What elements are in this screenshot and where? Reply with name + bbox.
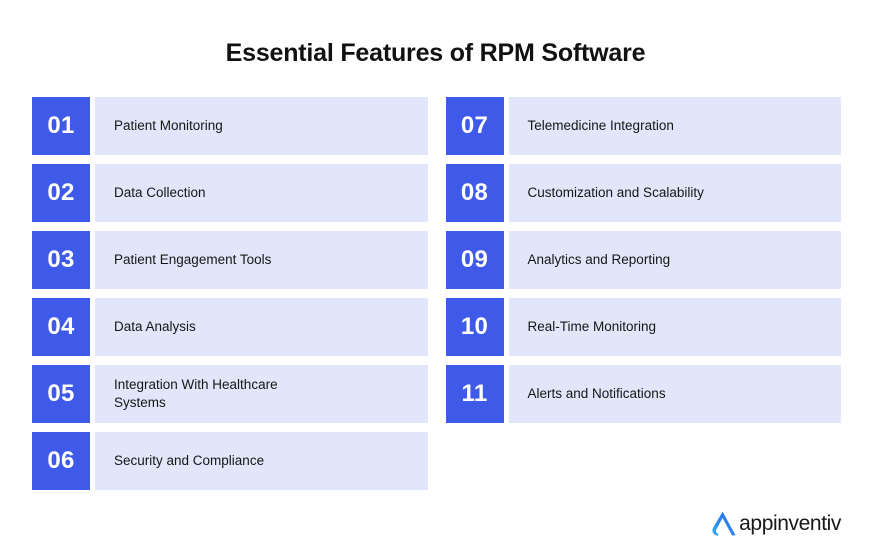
feature-panel: Data Analysis [95, 298, 428, 356]
feature-number-badge: 02 [32, 164, 90, 222]
feature-panel: Patient Engagement Tools [95, 231, 428, 289]
feature-item-09: 09 Analytics and Reporting [445, 231, 841, 289]
feature-label: Data Analysis [114, 318, 196, 334]
feature-label: Integration With Healthcare Systems [114, 376, 278, 410]
feature-item-06: 06 Security and Compliance [32, 432, 428, 490]
feature-panel: Alerts and Notifications [508, 365, 841, 423]
feature-item-01: 01 Patient Monitoring [32, 97, 428, 155]
feature-number-badge: 09 [445, 231, 504, 289]
feature-number-badge: 05 [32, 365, 90, 423]
feature-panel: Analytics and Reporting [508, 231, 841, 289]
appinventiv-chevron-icon [712, 511, 736, 536]
feature-label: Alerts and Notifications [527, 385, 666, 401]
feature-panel: Real-Time Monitoring [508, 298, 841, 356]
feature-label: Data Collection [114, 184, 206, 200]
appinventiv-wordmark: appinventiv [739, 512, 841, 535]
feature-panel: Security and Compliance [95, 432, 428, 490]
page-title: Essential Features of RPM Software [225, 39, 646, 67]
feature-number-badge: 07 [445, 97, 504, 155]
feature-item-10: 10 Real-Time Monitoring [445, 298, 841, 356]
feature-number-badge: 03 [32, 231, 90, 289]
feature-item-11: 11 Alerts and Notifications [445, 365, 841, 423]
feature-item-04: 04 Data Analysis [32, 298, 428, 356]
feature-number-badge: 11 [445, 365, 504, 423]
feature-label: Customization and Scalability [527, 184, 704, 200]
feature-columns: 01 Patient Monitoring 02 Data Collection… [32, 97, 841, 490]
feature-item-02: 02 Data Collection [32, 164, 428, 222]
feature-item-07: 07 Telemedicine Integration [445, 97, 841, 155]
feature-column-left: 01 Patient Monitoring 02 Data Collection… [32, 97, 428, 490]
appinventiv-logo: appinventiv [708, 510, 841, 537]
feature-item-08: 08 Customization and Scalability [445, 164, 841, 222]
feature-label: Security and Compliance [114, 452, 265, 468]
feature-panel: Customization and Scalability [508, 164, 841, 222]
feature-panel: Patient Monitoring [95, 97, 428, 155]
feature-column-right: 07 Telemedicine Integration 08 Customiza… [445, 97, 841, 490]
feature-label: Patient Engagement Tools [114, 251, 272, 267]
feature-number-badge: 08 [445, 164, 504, 222]
feature-number-badge: 01 [32, 97, 90, 155]
feature-number-badge: 10 [445, 298, 504, 356]
infographic-canvas: Essential Features of RPM Software 01 Pa… [0, 0, 871, 551]
feature-item-03: 03 Patient Engagement Tools [32, 231, 428, 289]
feature-label: Analytics and Reporting [527, 251, 671, 267]
feature-number-badge: 06 [32, 432, 90, 490]
feature-item-05: 05 Integration With Healthcare Systems [32, 365, 428, 423]
feature-number-badge: 04 [32, 298, 90, 356]
feature-label: Real-Time Monitoring [527, 318, 657, 334]
feature-panel: Integration With Healthcare Systems [95, 365, 428, 423]
feature-label: Telemedicine Integration [527, 117, 674, 133]
feature-panel: Data Collection [95, 164, 428, 222]
feature-panel: Telemedicine Integration [508, 97, 841, 155]
feature-label: Patient Monitoring [114, 117, 223, 133]
